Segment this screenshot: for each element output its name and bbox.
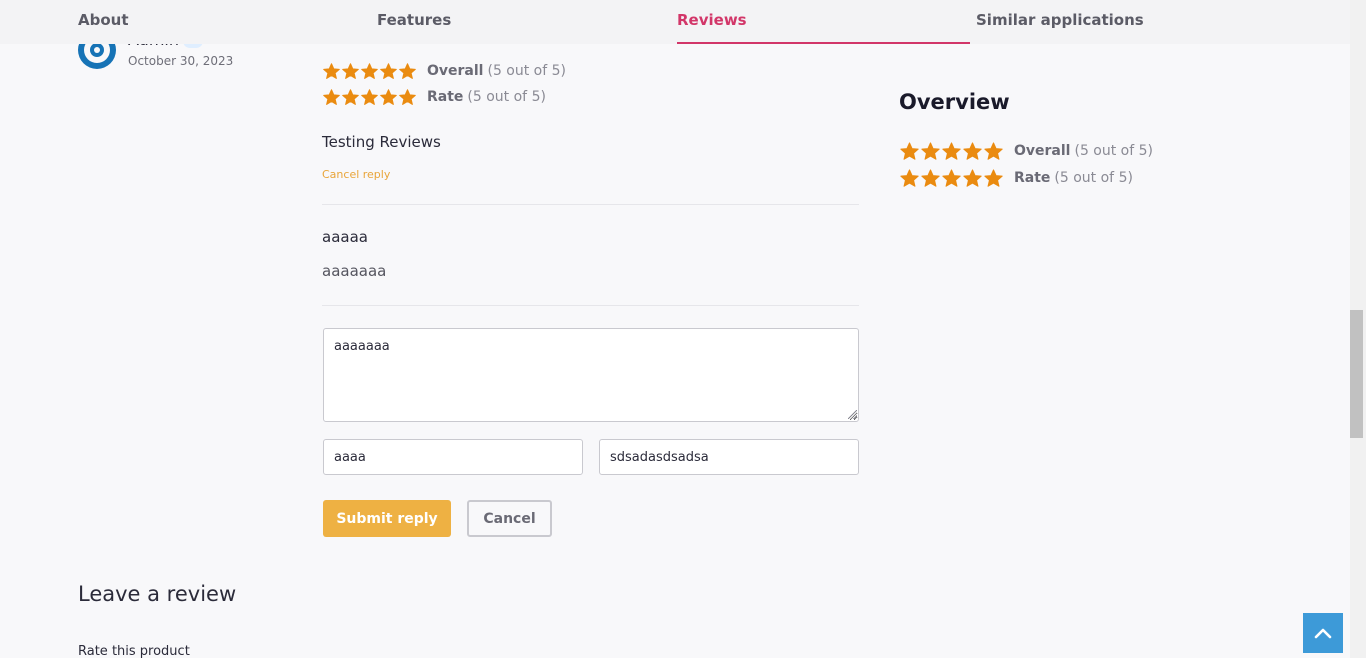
star-icon (399, 63, 416, 79)
star-icon (399, 89, 416, 105)
chevron-up-icon (1314, 628, 1332, 639)
review-rating-rate: Rate (5 out of 5) (322, 88, 546, 106)
tab-reviews[interactable]: Reviews (677, 0, 747, 44)
rating-stars (899, 141, 1004, 161)
cancel-reply-link[interactable]: Cancel reply (322, 168, 390, 181)
star-icon (942, 142, 961, 160)
star-icon (361, 89, 378, 105)
star-icon (900, 142, 919, 160)
overview-title: Overview (899, 90, 1010, 114)
star-icon (361, 63, 378, 79)
cancel-button[interactable]: Cancel (467, 500, 552, 537)
reply-title: aaaaa (322, 228, 368, 246)
rating-label: Rate (1014, 170, 1051, 186)
star-icon (342, 63, 359, 79)
star-icon (380, 63, 397, 79)
star-icon (323, 89, 340, 105)
rating-label: Rate (427, 89, 464, 105)
star-icon (921, 142, 940, 160)
star-icon (963, 169, 982, 187)
section-tab-nav: About Features Reviews Similar applicati… (0, 0, 1350, 44)
rating-label: Overall (427, 63, 484, 79)
tab-similar-applications[interactable]: Similar applications (976, 0, 1144, 44)
rating-stars (899, 168, 1004, 188)
tab-features[interactable]: Features (377, 0, 451, 44)
back-to-top-button[interactable] (1303, 613, 1343, 653)
tab-about[interactable]: About (78, 0, 129, 44)
active-tab-indicator (677, 42, 970, 44)
reply-email-input[interactable] (599, 439, 859, 475)
star-icon (900, 169, 919, 187)
rating-value: (5 out of 5) (1054, 170, 1133, 186)
review-rating-overall: Overall (5 out of 5) (322, 62, 566, 80)
reply-textarea[interactable] (323, 328, 859, 422)
rating-stars (322, 88, 417, 106)
rating-value: (5 out of 5) (1074, 143, 1153, 159)
submit-reply-button[interactable]: Submit reply (323, 500, 451, 537)
overview-rating-overall: Overall (5 out of 5) (899, 141, 1153, 161)
divider (322, 305, 859, 306)
overview-rating-rate: Rate (5 out of 5) (899, 168, 1133, 188)
divider (322, 204, 859, 205)
star-icon (380, 89, 397, 105)
star-icon (963, 142, 982, 160)
reply-name-input[interactable] (323, 439, 583, 475)
star-icon (323, 63, 340, 79)
leave-review-next-label: Rate this product (78, 644, 190, 658)
reply-body: aaaaaaa (322, 262, 387, 280)
rating-stars (322, 62, 417, 80)
rating-label: Overall (1014, 143, 1071, 159)
star-icon (984, 169, 1003, 187)
star-icon (984, 142, 1003, 160)
leave-review-heading: Leave a review (78, 582, 237, 606)
rating-value: (5 out of 5) (487, 63, 566, 79)
star-icon (942, 169, 961, 187)
star-icon (921, 169, 940, 187)
star-icon (342, 89, 359, 105)
rating-value: (5 out of 5) (467, 89, 546, 105)
review-date: October 30, 2023 (128, 54, 234, 68)
review-body: Testing Reviews (322, 133, 441, 151)
scrollbar-thumb[interactable] (1350, 310, 1363, 438)
